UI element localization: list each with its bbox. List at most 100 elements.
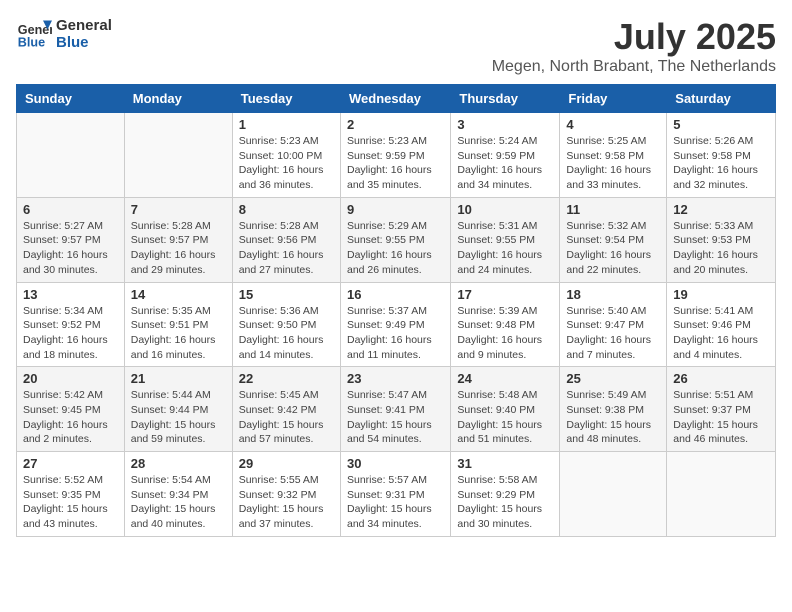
day-info: Sunrise: 5:48 AM Sunset: 9:40 PM Dayligh… [457, 388, 553, 447]
day-number: 26 [673, 371, 769, 386]
day-cell: 9Sunrise: 5:29 AM Sunset: 9:55 PM Daylig… [340, 197, 450, 282]
week-row-5: 27 Sunrise: 5:52 AM Sunset: 9:35 PM Dayli… [17, 452, 776, 537]
day-number: 15 [239, 287, 334, 302]
day-cell: 26 Sunrise: 5:51 AM Sunset: 9:37 PM Dayli… [667, 367, 776, 452]
weekday-thursday: Thursday [451, 85, 560, 113]
day-info: Sunrise: 5:37 AM Sunset: 9:49 PM Dayligh… [347, 304, 444, 363]
day-number: 10 [457, 202, 553, 217]
calendar-body: 1 Sunrise: 5:23 AM Sunset: 10:00 PM Dayli… [17, 113, 776, 537]
day-info: Sunrise: 5:45 AM Sunset: 9:42 PM Dayligh… [239, 388, 334, 447]
day-cell [667, 452, 776, 537]
day-info: Sunrise: 5:33 AM Sunset: 9:53 PM Dayligh… [673, 219, 769, 278]
svg-text:Blue: Blue [18, 36, 45, 50]
day-info: Sunrise: 5:28 AM Sunset: 9:57 PM Dayligh… [131, 219, 226, 278]
day-number: 21 [131, 371, 226, 386]
day-cell: 3Sunrise: 5:24 AM Sunset: 9:59 PM Daylig… [451, 113, 560, 198]
day-number: 14 [131, 287, 226, 302]
day-info: Sunrise: 5:35 AM Sunset: 9:51 PM Dayligh… [131, 304, 226, 363]
day-info: Sunrise: 5:34 AM Sunset: 9:52 PM Dayligh… [23, 304, 118, 363]
title-area: July 2025 Megen, North Brabant, The Neth… [492, 16, 776, 76]
day-number: 8 [239, 202, 334, 217]
weekday-header-row: SundayMondayTuesdayWednesdayThursdayFrid… [17, 85, 776, 113]
day-cell: 14 Sunrise: 5:35 AM Sunset: 9:51 PM Dayli… [124, 282, 232, 367]
day-info: Sunrise: 5:44 AM Sunset: 9:44 PM Dayligh… [131, 388, 226, 447]
day-cell: 2 Sunrise: 5:23 AM Sunset: 9:59 PM Daylig… [340, 113, 450, 198]
day-number: 1 [239, 117, 334, 132]
day-number: 17 [457, 287, 553, 302]
day-cell: 7 Sunrise: 5:28 AM Sunset: 9:57 PM Daylig… [124, 197, 232, 282]
weekday-sunday: Sunday [17, 85, 125, 113]
day-number: 24 [457, 371, 553, 386]
day-info: Sunrise: 5:52 AM Sunset: 9:35 PM Dayligh… [23, 473, 118, 532]
day-info: Sunrise: 5:49 AM Sunset: 9:38 PM Dayligh… [566, 388, 660, 447]
day-info: Sunrise: 5:25 AM Sunset: 9:58 PM Dayligh… [566, 134, 660, 193]
weekday-friday: Friday [560, 85, 667, 113]
day-cell: 31 Sunrise: 5:58 AM Sunset: 9:29 PM Dayli… [451, 452, 560, 537]
day-cell: 30 Sunrise: 5:57 AM Sunset: 9:31 PM Dayli… [340, 452, 450, 537]
day-number: 20 [23, 371, 118, 386]
logo-line1: General [56, 17, 112, 34]
day-cell: 28 Sunrise: 5:54 AM Sunset: 9:34 PM Dayli… [124, 452, 232, 537]
day-info: Sunrise: 5:58 AM Sunset: 9:29 PM Dayligh… [457, 473, 553, 532]
day-cell: 25Sunrise: 5:49 AM Sunset: 9:38 PM Dayli… [560, 367, 667, 452]
day-info: Sunrise: 5:23 AM Sunset: 10:00 PM Daylig… [239, 134, 334, 193]
day-cell: 5 Sunrise: 5:26 AM Sunset: 9:58 PM Daylig… [667, 113, 776, 198]
day-cell: 29Sunrise: 5:55 AM Sunset: 9:32 PM Dayli… [232, 452, 340, 537]
day-info: Sunrise: 5:27 AM Sunset: 9:57 PM Dayligh… [23, 219, 118, 278]
day-info: Sunrise: 5:29 AM Sunset: 9:55 PM Dayligh… [347, 219, 444, 278]
weekday-tuesday: Tuesday [232, 85, 340, 113]
day-info: Sunrise: 5:40 AM Sunset: 9:47 PM Dayligh… [566, 304, 660, 363]
day-cell: 19Sunrise: 5:41 AM Sunset: 9:46 PM Dayli… [667, 282, 776, 367]
week-row-4: 20 Sunrise: 5:42 AM Sunset: 9:45 PM Dayli… [17, 367, 776, 452]
weekday-monday: Monday [124, 85, 232, 113]
weekday-saturday: Saturday [667, 85, 776, 113]
day-cell: 1 Sunrise: 5:23 AM Sunset: 10:00 PM Dayli… [232, 113, 340, 198]
day-info: Sunrise: 5:42 AM Sunset: 9:45 PM Dayligh… [23, 388, 118, 447]
location: Megen, North Brabant, The Netherlands [492, 58, 776, 76]
week-row-1: 1 Sunrise: 5:23 AM Sunset: 10:00 PM Dayli… [17, 113, 776, 198]
day-number: 22 [239, 371, 334, 386]
day-number: 11 [566, 202, 660, 217]
day-cell: 10Sunrise: 5:31 AM Sunset: 9:55 PM Dayli… [451, 197, 560, 282]
day-number: 31 [457, 456, 553, 471]
month-year: July 2025 [492, 16, 776, 58]
day-number: 13 [23, 287, 118, 302]
day-number: 27 [23, 456, 118, 471]
day-info: Sunrise: 5:36 AM Sunset: 9:50 PM Dayligh… [239, 304, 334, 363]
day-cell [560, 452, 667, 537]
day-info: Sunrise: 5:51 AM Sunset: 9:37 PM Dayligh… [673, 388, 769, 447]
calendar-table: SundayMondayTuesdayWednesdayThursdayFrid… [16, 84, 776, 537]
day-number: 12 [673, 202, 769, 217]
day-cell [17, 113, 125, 198]
day-number: 2 [347, 117, 444, 132]
day-info: Sunrise: 5:32 AM Sunset: 9:54 PM Dayligh… [566, 219, 660, 278]
day-number: 4 [566, 117, 660, 132]
day-number: 7 [131, 202, 226, 217]
day-number: 18 [566, 287, 660, 302]
day-cell: 6 Sunrise: 5:27 AM Sunset: 9:57 PM Daylig… [17, 197, 125, 282]
logo-icon: General Blue [16, 16, 52, 52]
day-number: 5 [673, 117, 769, 132]
day-number: 16 [347, 287, 444, 302]
week-row-3: 13 Sunrise: 5:34 AM Sunset: 9:52 PM Dayli… [17, 282, 776, 367]
day-cell: 11 Sunrise: 5:32 AM Sunset: 9:54 PM Dayli… [560, 197, 667, 282]
day-cell: 8Sunrise: 5:28 AM Sunset: 9:56 PM Daylig… [232, 197, 340, 282]
day-cell: 17 Sunrise: 5:39 AM Sunset: 9:48 PM Dayli… [451, 282, 560, 367]
day-cell [124, 113, 232, 198]
day-cell: 18 Sunrise: 5:40 AM Sunset: 9:47 PM Dayli… [560, 282, 667, 367]
day-info: Sunrise: 5:23 AM Sunset: 9:59 PM Dayligh… [347, 134, 444, 193]
logo: General Blue General Blue [16, 16, 112, 52]
day-cell: 22 Sunrise: 5:45 AM Sunset: 9:42 PM Dayli… [232, 367, 340, 452]
day-cell: 24 Sunrise: 5:48 AM Sunset: 9:40 PM Dayli… [451, 367, 560, 452]
day-info: Sunrise: 5:39 AM Sunset: 9:48 PM Dayligh… [457, 304, 553, 363]
day-info: Sunrise: 5:57 AM Sunset: 9:31 PM Dayligh… [347, 473, 444, 532]
day-number: 6 [23, 202, 118, 217]
day-info: Sunrise: 5:54 AM Sunset: 9:34 PM Dayligh… [131, 473, 226, 532]
day-number: 28 [131, 456, 226, 471]
day-number: 19 [673, 287, 769, 302]
day-info: Sunrise: 5:26 AM Sunset: 9:58 PM Dayligh… [673, 134, 769, 193]
day-cell: 23Sunrise: 5:47 AM Sunset: 9:41 PM Dayli… [340, 367, 450, 452]
header: General Blue General Blue July 2025 Mege… [16, 16, 776, 76]
day-number: 30 [347, 456, 444, 471]
day-cell: 15 Sunrise: 5:36 AM Sunset: 9:50 PM Dayli… [232, 282, 340, 367]
